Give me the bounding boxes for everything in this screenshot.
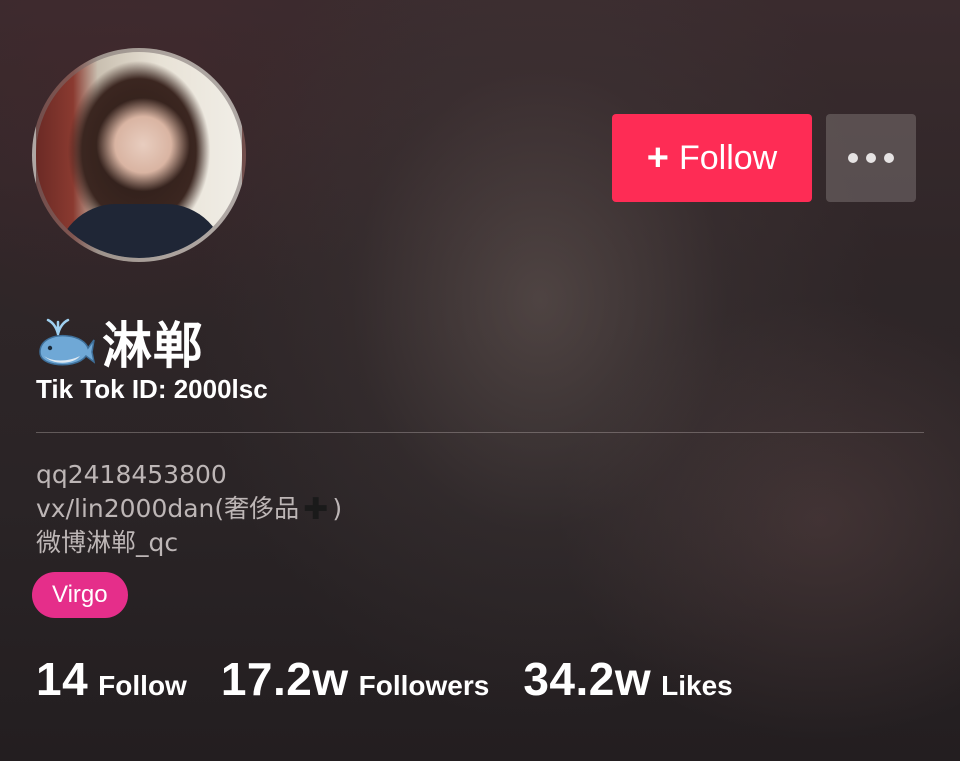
bio-line-wechat-text: vx/lin2000dan(奢侈品 — [36, 494, 300, 523]
zodiac-tag: Virgo — [32, 572, 128, 618]
likes-stat[interactable]: 34.2w Likes — [523, 652, 732, 706]
user-id: Tik Tok ID: 2000lsc — [36, 374, 268, 404]
divider — [36, 432, 924, 433]
followers-stat[interactable]: 17.2w Followers — [221, 652, 490, 706]
ellipsis-icon — [866, 153, 876, 163]
followers-label: Followers — [358, 670, 490, 701]
following-stat[interactable]: 14 Follow — [36, 652, 187, 706]
profile-header: + Follow 淋郸 Tik Tok ID: 2000lsc qq241845… — [0, 0, 960, 761]
ellipsis-icon — [848, 153, 858, 163]
whale-icon — [39, 318, 96, 366]
heavy-plus-icon: ✚ — [303, 492, 329, 527]
plus-icon: + — [646, 137, 669, 179]
follow-button-label: Follow — [678, 138, 778, 177]
bio-line-weibo: 微博淋郸_qc — [36, 528, 179, 557]
avatar[interactable] — [32, 48, 246, 262]
following-count: 14 — [36, 653, 89, 705]
bio-line-qq: qq2418453800 — [36, 460, 227, 489]
more-options-button[interactable] — [826, 114, 916, 202]
bio: qq2418453800 vx/lin2000dan(奢侈品 ✚) 微博淋郸_qc — [36, 458, 342, 560]
following-label: Follow — [98, 670, 187, 701]
name-row: 淋郸 — [34, 306, 204, 378]
likes-label: Likes — [661, 670, 733, 701]
follow-button[interactable]: + Follow — [612, 114, 812, 202]
avatar-photo-detail — [56, 204, 226, 258]
ellipsis-icon — [884, 153, 894, 163]
stats-row: 14 Follow 17.2w Followers 34.2w Likes — [36, 652, 767, 706]
likes-count: 34.2w — [523, 653, 652, 705]
followers-count: 17.2w — [220, 653, 349, 705]
bio-line-wechat-close: ) — [332, 494, 343, 523]
nickname: 淋郸 — [102, 317, 204, 375]
bio-line-wechat: vx/lin2000dan(奢侈品 ✚) — [36, 492, 342, 526]
